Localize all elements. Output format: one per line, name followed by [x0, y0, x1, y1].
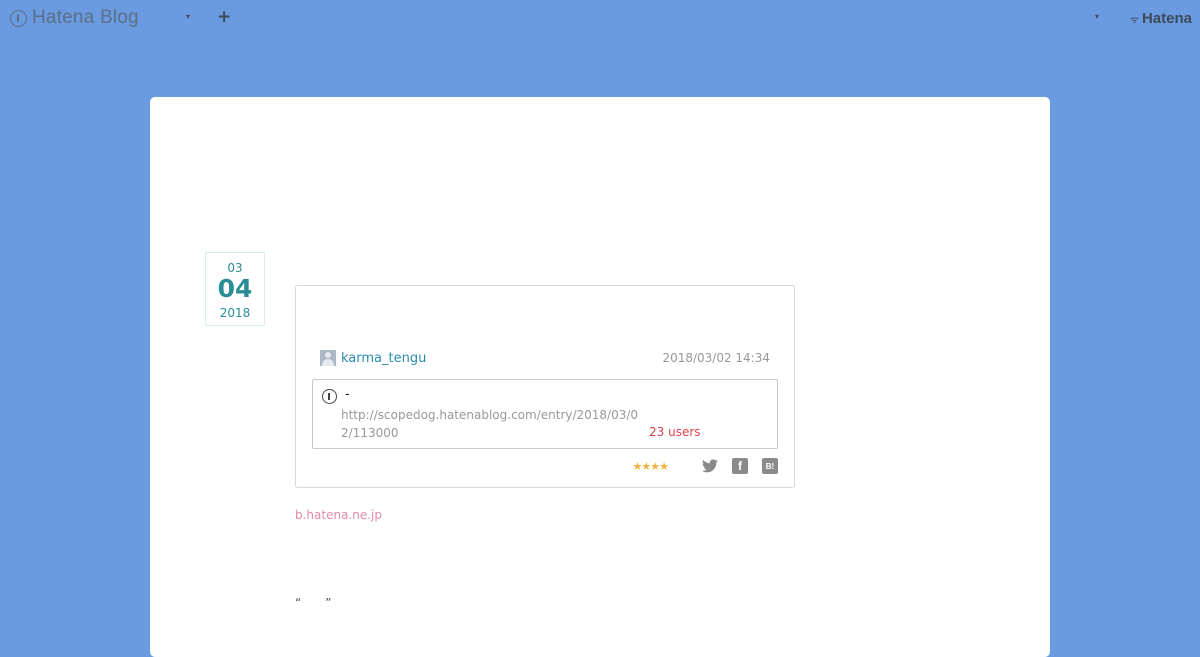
hatena-brand-link[interactable]: ᯤ Hatena: [1130, 10, 1192, 27]
entry-title[interactable]: -: [345, 387, 350, 402]
entry-url[interactable]: http://scopedog.hatenablog.com/entry/201…: [341, 406, 641, 442]
blog-menu-caret-icon[interactable]: ▾: [186, 12, 190, 21]
twitter-icon[interactable]: [702, 458, 718, 474]
bookmark-embed-card: karma_tengu 2018/03/02 14:34 - http://sc…: [295, 285, 795, 488]
bookmark-users-count[interactable]: 23 users: [649, 425, 701, 439]
facebook-icon[interactable]: f: [732, 458, 748, 474]
date-month: 03: [227, 261, 243, 275]
top-bar: Hatena Blog ▾ + ▾ ᯤ Hatena: [0, 0, 1200, 38]
star-rating[interactable]: ★★★★: [633, 460, 669, 473]
quote-text: “ ”: [295, 596, 332, 610]
hatena-blog-logo[interactable]: Hatena Blog: [10, 7, 139, 29]
hatena-blog-logo-icon: [10, 9, 27, 27]
user-row: karma_tengu: [320, 350, 426, 366]
logo-text: Hatena Blog: [32, 7, 139, 28]
date-year: 2018: [219, 306, 251, 320]
main-content-card: 03 04 2018 karma_tengu 2018/03/02 14:34 …: [150, 97, 1050, 657]
bookmark-timestamp[interactable]: 2018/03/02 14:34: [662, 351, 770, 365]
hatena-brand-text: Hatena: [1141, 10, 1192, 27]
date-day: 04: [217, 274, 253, 303]
avatar-icon[interactable]: [320, 350, 336, 366]
account-menu-caret-icon[interactable]: ▾: [1095, 12, 1099, 21]
hatena-icon: ᯤ: [1129, 14, 1139, 26]
hatebu-icon[interactable]: B!: [762, 458, 778, 474]
username-link[interactable]: karma_tengu: [341, 351, 426, 366]
post-date-box[interactable]: 03 04 2018: [205, 252, 265, 326]
hatena-bookmark-icon: [322, 389, 337, 404]
new-post-plus-icon[interactable]: +: [217, 7, 231, 27]
action-row: ★★★★ f B!: [633, 458, 778, 474]
source-link[interactable]: b.hatena.ne.jp: [295, 508, 382, 522]
bookmarked-entry-box[interactable]: - http://scopedog.hatenablog.com/entry/2…: [312, 379, 778, 449]
